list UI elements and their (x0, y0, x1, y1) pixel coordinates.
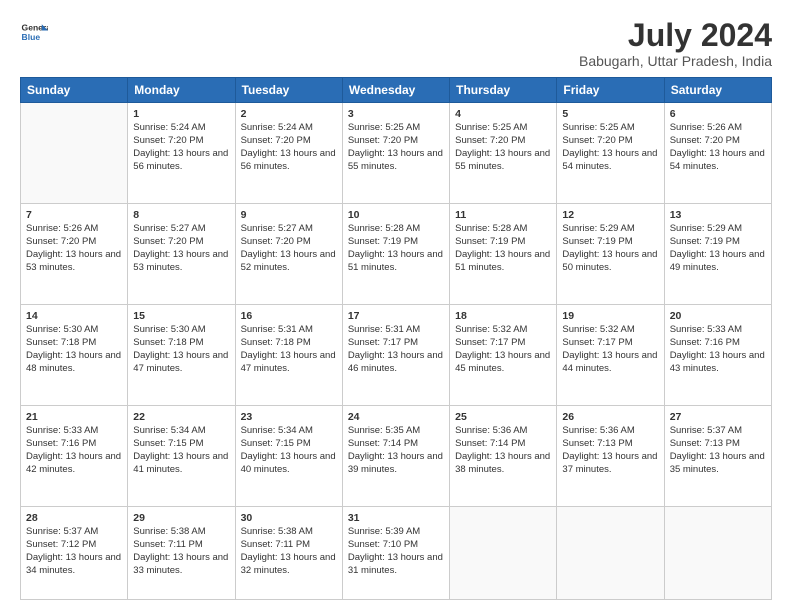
day-number: 6 (670, 107, 766, 121)
logo: General Blue (20, 18, 48, 46)
day-number: 14 (26, 309, 122, 323)
header: General Blue July 2024 Babugarh, Uttar P… (20, 18, 772, 69)
calendar-cell: 30Sunrise: 5:38 AMSunset: 7:11 PMDayligh… (235, 507, 342, 600)
week-row-1: 1Sunrise: 5:24 AMSunset: 7:20 PMDaylight… (21, 103, 772, 204)
day-number: 4 (455, 107, 551, 121)
day-number: 5 (562, 107, 658, 121)
calendar-cell: 21Sunrise: 5:33 AMSunset: 7:16 PMDayligh… (21, 406, 128, 507)
day-number: 25 (455, 410, 551, 424)
calendar-cell: 1Sunrise: 5:24 AMSunset: 7:20 PMDaylight… (128, 103, 235, 204)
calendar-cell: 7Sunrise: 5:26 AMSunset: 7:20 PMDaylight… (21, 204, 128, 305)
day-number: 3 (348, 107, 444, 121)
week-row-3: 14Sunrise: 5:30 AMSunset: 7:18 PMDayligh… (21, 305, 772, 406)
logo-icon: General Blue (20, 18, 48, 46)
calendar-cell: 17Sunrise: 5:31 AMSunset: 7:17 PMDayligh… (342, 305, 449, 406)
calendar-cell: 9Sunrise: 5:27 AMSunset: 7:20 PMDaylight… (235, 204, 342, 305)
day-number: 28 (26, 511, 122, 525)
calendar-cell: 26Sunrise: 5:36 AMSunset: 7:13 PMDayligh… (557, 406, 664, 507)
day-number: 21 (26, 410, 122, 424)
day-number: 31 (348, 511, 444, 525)
calendar-cell: 8Sunrise: 5:27 AMSunset: 7:20 PMDaylight… (128, 204, 235, 305)
day-number: 10 (348, 208, 444, 222)
day-number: 24 (348, 410, 444, 424)
calendar-cell: 31Sunrise: 5:39 AMSunset: 7:10 PMDayligh… (342, 507, 449, 600)
calendar-cell (21, 103, 128, 204)
calendar-cell: 11Sunrise: 5:28 AMSunset: 7:19 PMDayligh… (450, 204, 557, 305)
day-number: 12 (562, 208, 658, 222)
calendar-cell: 20Sunrise: 5:33 AMSunset: 7:16 PMDayligh… (664, 305, 771, 406)
calendar-cell: 10Sunrise: 5:28 AMSunset: 7:19 PMDayligh… (342, 204, 449, 305)
calendar-cell: 18Sunrise: 5:32 AMSunset: 7:17 PMDayligh… (450, 305, 557, 406)
day-number: 13 (670, 208, 766, 222)
col-monday: Monday (128, 78, 235, 103)
day-number: 18 (455, 309, 551, 323)
day-number: 11 (455, 208, 551, 222)
calendar-cell: 4Sunrise: 5:25 AMSunset: 7:20 PMDaylight… (450, 103, 557, 204)
col-saturday: Saturday (664, 78, 771, 103)
calendar-cell: 3Sunrise: 5:25 AMSunset: 7:20 PMDaylight… (342, 103, 449, 204)
calendar-cell: 6Sunrise: 5:26 AMSunset: 7:20 PMDaylight… (664, 103, 771, 204)
calendar-cell: 24Sunrise: 5:35 AMSunset: 7:14 PMDayligh… (342, 406, 449, 507)
calendar-cell: 5Sunrise: 5:25 AMSunset: 7:20 PMDaylight… (557, 103, 664, 204)
day-number: 30 (241, 511, 337, 525)
day-number: 26 (562, 410, 658, 424)
calendar-cell: 13Sunrise: 5:29 AMSunset: 7:19 PMDayligh… (664, 204, 771, 305)
col-tuesday: Tuesday (235, 78, 342, 103)
location-subtitle: Babugarh, Uttar Pradesh, India (579, 53, 772, 69)
week-row-5: 28Sunrise: 5:37 AMSunset: 7:12 PMDayligh… (21, 507, 772, 600)
col-thursday: Thursday (450, 78, 557, 103)
day-number: 7 (26, 208, 122, 222)
week-row-4: 21Sunrise: 5:33 AMSunset: 7:16 PMDayligh… (21, 406, 772, 507)
day-number: 27 (670, 410, 766, 424)
week-row-2: 7Sunrise: 5:26 AMSunset: 7:20 PMDaylight… (21, 204, 772, 305)
calendar-header-row: Sunday Monday Tuesday Wednesday Thursday… (21, 78, 772, 103)
calendar-cell: 23Sunrise: 5:34 AMSunset: 7:15 PMDayligh… (235, 406, 342, 507)
calendar-table: Sunday Monday Tuesday Wednesday Thursday… (20, 77, 772, 600)
calendar-cell: 16Sunrise: 5:31 AMSunset: 7:18 PMDayligh… (235, 305, 342, 406)
col-friday: Friday (557, 78, 664, 103)
calendar-cell: 29Sunrise: 5:38 AMSunset: 7:11 PMDayligh… (128, 507, 235, 600)
calendar-cell: 12Sunrise: 5:29 AMSunset: 7:19 PMDayligh… (557, 204, 664, 305)
calendar-cell (557, 507, 664, 600)
calendar-cell: 14Sunrise: 5:30 AMSunset: 7:18 PMDayligh… (21, 305, 128, 406)
day-number: 1 (133, 107, 229, 121)
day-number: 9 (241, 208, 337, 222)
day-number: 16 (241, 309, 337, 323)
svg-text:Blue: Blue (22, 32, 41, 42)
calendar-cell: 28Sunrise: 5:37 AMSunset: 7:12 PMDayligh… (21, 507, 128, 600)
calendar-cell: 27Sunrise: 5:37 AMSunset: 7:13 PMDayligh… (664, 406, 771, 507)
day-number: 22 (133, 410, 229, 424)
day-number: 20 (670, 309, 766, 323)
calendar-cell: 2Sunrise: 5:24 AMSunset: 7:20 PMDaylight… (235, 103, 342, 204)
calendar-page: General Blue July 2024 Babugarh, Uttar P… (0, 0, 792, 612)
calendar-cell: 25Sunrise: 5:36 AMSunset: 7:14 PMDayligh… (450, 406, 557, 507)
day-number: 17 (348, 309, 444, 323)
calendar-cell: 19Sunrise: 5:32 AMSunset: 7:17 PMDayligh… (557, 305, 664, 406)
month-title: July 2024 (579, 18, 772, 53)
calendar-cell (664, 507, 771, 600)
day-number: 29 (133, 511, 229, 525)
day-number: 8 (133, 208, 229, 222)
day-number: 2 (241, 107, 337, 121)
day-number: 23 (241, 410, 337, 424)
day-number: 19 (562, 309, 658, 323)
col-sunday: Sunday (21, 78, 128, 103)
title-block: July 2024 Babugarh, Uttar Pradesh, India (579, 18, 772, 69)
day-number: 15 (133, 309, 229, 323)
calendar-cell: 22Sunrise: 5:34 AMSunset: 7:15 PMDayligh… (128, 406, 235, 507)
calendar-cell (450, 507, 557, 600)
calendar-cell: 15Sunrise: 5:30 AMSunset: 7:18 PMDayligh… (128, 305, 235, 406)
col-wednesday: Wednesday (342, 78, 449, 103)
